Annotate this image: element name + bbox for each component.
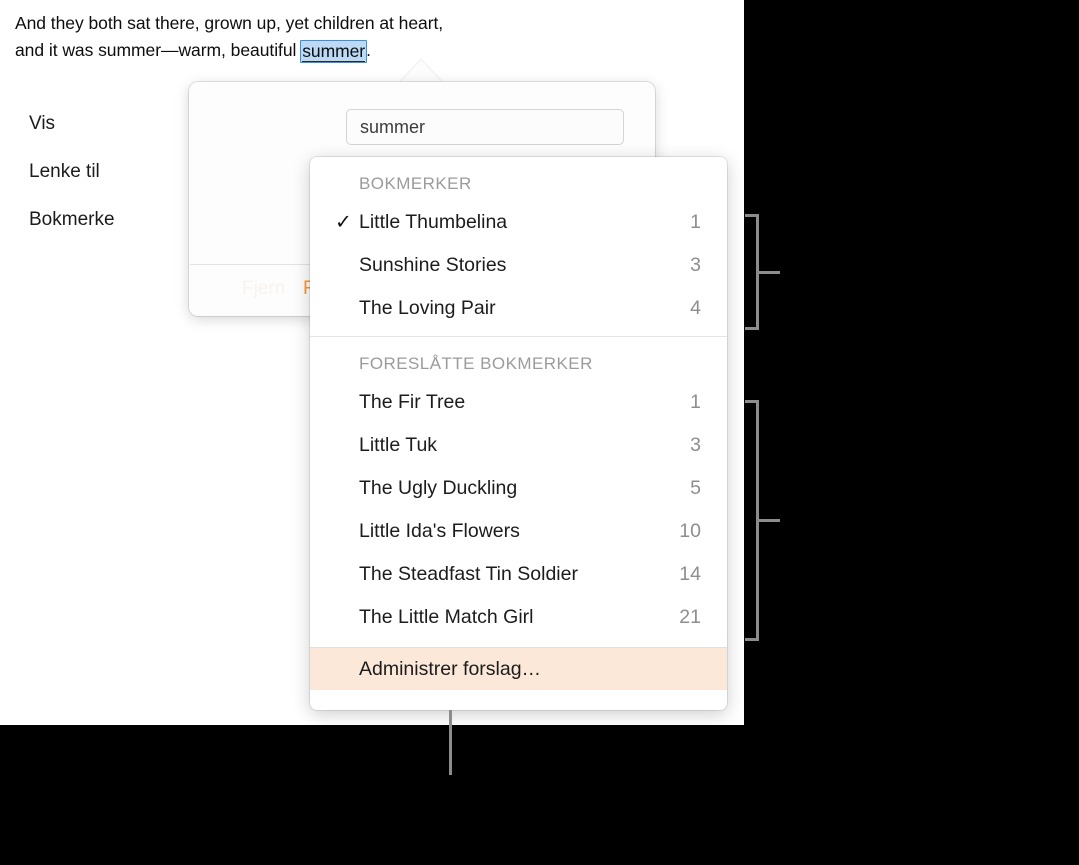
callout-bracket-bookmarks: [745, 214, 759, 330]
popover-label-bookmark: Bokmerke: [29, 209, 115, 230]
menu-item-count: 14: [679, 563, 701, 585]
menu-item-count: 1: [690, 211, 701, 233]
popover-tail-arrow: [399, 60, 443, 83]
menu-item-label: Sunshine Stories: [359, 254, 507, 276]
menu-item-label: The Little Match Girl: [359, 606, 534, 628]
document-page: And they both sat there, grown up, yet c…: [0, 0, 744, 725]
menu-item[interactable]: The Little Match Girl 21: [310, 596, 727, 639]
document-line-2-prefix: and it was summer—warm, beautiful: [15, 40, 302, 60]
menu-item-count: 4: [690, 297, 701, 319]
selected-link-word-text: summer: [302, 41, 366, 62]
document-text: And they both sat there, grown up, yet c…: [15, 10, 715, 64]
remove-link-button-ghost[interactable]: Fjern: [242, 278, 285, 300]
menu-item[interactable]: The Fir Tree 1: [310, 381, 727, 424]
menu-item-count: 5: [690, 477, 701, 499]
menu-section-bookmarks: BOKMERKER ✓ Little Thumbelina 1 Sunshine…: [310, 157, 727, 330]
menu-item-label: The Ugly Duckling: [359, 477, 518, 499]
menu-item-label: Little Thumbelina: [359, 211, 508, 233]
document-line-1: And they both sat there, grown up, yet c…: [15, 13, 444, 33]
menu-item[interactable]: The Steadfast Tin Soldier 14: [310, 553, 727, 596]
selected-link-word[interactable]: summer: [300, 40, 368, 63]
menu-item[interactable]: The Loving Pair 4: [310, 287, 727, 330]
menu-item[interactable]: Little Tuk 3: [310, 424, 727, 467]
menu-item[interactable]: Little Ida's Flowers 10: [310, 510, 727, 553]
menu-item-count: 3: [690, 434, 701, 456]
menu-item[interactable]: The Ugly Duckling 5: [310, 467, 727, 510]
menu-item-label: The Fir Tree: [359, 391, 466, 413]
menu-item-count: 3: [690, 254, 701, 276]
callout-bracket-suggested: [745, 400, 759, 641]
bookmark-dropdown-menu[interactable]: BOKMERKER ✓ Little Thumbelina 1 Sunshine…: [310, 157, 727, 710]
menu-section-title-suggested: FORESLÅTTE BOKMERKER: [359, 354, 593, 373]
callout-leader-suggested: [758, 519, 780, 522]
menu-item-count: 21: [679, 606, 701, 628]
document-line-2: and it was summer—warm, beautiful summer…: [15, 37, 715, 64]
menu-item-label: The Loving Pair: [359, 297, 496, 319]
menu-item-label: The Steadfast Tin Soldier: [359, 563, 578, 585]
menu-item-label: Little Ida's Flowers: [359, 520, 520, 542]
callout-leader-manage-suggestions: [449, 710, 452, 775]
menu-item-label: Administrer forslag…: [359, 657, 542, 680]
menu-item-manage-suggestions[interactable]: Administrer forslag…: [310, 648, 727, 690]
menu-section-title-bookmarks: BOKMERKER: [359, 174, 472, 193]
menu-item-label: Little Tuk: [359, 434, 438, 456]
popover-label-display: Vis: [29, 113, 56, 134]
popover-label-link-to: Lenke til: [29, 161, 100, 182]
display-text-input[interactable]: [346, 109, 624, 145]
menu-item[interactable]: Sunshine Stories 3: [310, 244, 727, 287]
menu-section-suggested-bookmarks: FORESLÅTTE BOKMERKER The Fir Tree 1 Litt…: [310, 337, 727, 639]
menu-item[interactable]: ✓ Little Thumbelina 1: [310, 201, 727, 244]
callout-leader-bookmarks: [758, 271, 780, 274]
menu-item-count: 10: [679, 520, 701, 542]
checkmark-icon: ✓: [335, 211, 352, 234]
menu-item-count: 1: [690, 391, 701, 413]
